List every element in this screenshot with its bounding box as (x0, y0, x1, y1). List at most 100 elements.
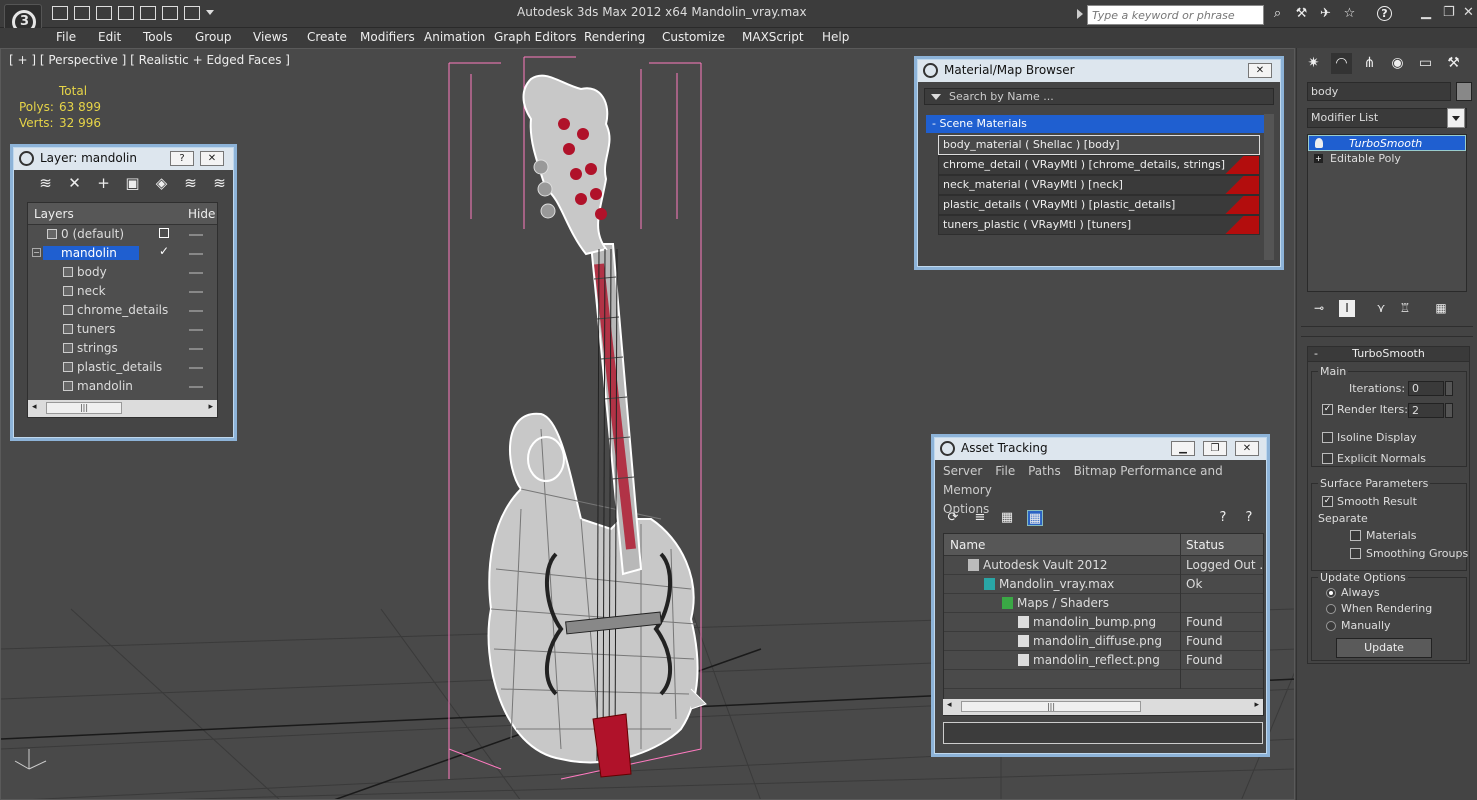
hide-toggle[interactable] (189, 367, 203, 369)
object-color-swatch[interactable] (1456, 82, 1472, 101)
asset-menu-paths[interactable]: Paths (1028, 464, 1061, 478)
subscription-icon[interactable]: ⚒ (1294, 6, 1309, 21)
configure-modifier-sets-icon[interactable]: ▦ (1433, 300, 1449, 317)
refresh-icon[interactable]: ⟳ (945, 510, 961, 526)
update-when-rendering-radio[interactable] (1326, 604, 1336, 614)
expand-icon[interactable]: + (1314, 154, 1323, 163)
layer-object-row[interactable]: chrome_details (28, 301, 217, 320)
search-expand-icon[interactable] (1077, 9, 1083, 19)
layer-object-row[interactable]: plastic_details (28, 358, 217, 377)
asset-row[interactable]: Mandolin_vray.max Ok (944, 575, 1263, 594)
asset-row[interactable]: Autodesk Vault 2012 Logged Out ... (944, 556, 1263, 575)
separate-materials-checkbox[interactable] (1350, 530, 1361, 541)
material-item[interactable]: chrome_detail ( VRayMtl ) [chrome_detail… (938, 155, 1260, 175)
project-folder-icon[interactable] (184, 6, 200, 20)
render-iters-spinner[interactable]: 2 (1408, 403, 1444, 418)
asset-minimize-button[interactable]: ▁ (1171, 441, 1195, 456)
update-button[interactable]: Update (1336, 638, 1432, 658)
lightbulb-icon[interactable] (1315, 138, 1323, 148)
redo-icon[interactable] (162, 6, 178, 20)
help-icon[interactable]: ? (1377, 6, 1392, 21)
render-iters-spinner-arrows[interactable] (1445, 403, 1453, 418)
checkmark-icon[interactable]: ✓ (159, 244, 169, 258)
asset-menu-server[interactable]: Server (943, 464, 982, 478)
asset-menu-file[interactable]: File (995, 464, 1015, 478)
layer-close-button[interactable]: ✕ (200, 151, 224, 166)
menu-group[interactable]: Group (195, 30, 232, 44)
vertical-scrollbar[interactable] (1264, 114, 1274, 260)
new-scene-icon[interactable] (96, 6, 112, 20)
context-help-icon[interactable]: ? (1241, 510, 1257, 526)
separate-smoothing-groups-checkbox[interactable] (1350, 548, 1361, 559)
create-tab-icon[interactable]: ✷ (1303, 53, 1324, 74)
customize-toolbar-icon[interactable] (206, 10, 214, 15)
menu-modifiers[interactable]: Modifiers (360, 30, 415, 44)
layer-object-row[interactable]: body (28, 263, 217, 282)
menu-tools[interactable]: Tools (143, 30, 173, 44)
vault-help-icon[interactable]: ? (1215, 510, 1231, 526)
hide-column-header[interactable]: Hide (188, 207, 215, 221)
menu-graph-editors[interactable]: Graph Editors (494, 30, 576, 44)
layer-help-button[interactable]: ? (170, 151, 194, 166)
stack-item-editable-poly[interactable]: + Editable Poly (1308, 151, 1466, 167)
material-item[interactable]: tuners_plastic ( VRayMtl ) [tuners] (938, 215, 1260, 235)
asset-row[interactable]: Maps / Shaders (944, 594, 1263, 613)
object-name-field[interactable]: body (1307, 82, 1451, 101)
layer-row[interactable]: 0 (default) (28, 225, 217, 244)
list-view-icon[interactable]: ≡ (972, 510, 988, 526)
asset-maximize-button[interactable]: ❐ (1203, 441, 1227, 456)
utilities-tab-icon[interactable]: ⚒ (1443, 53, 1464, 74)
material-item[interactable]: neck_material ( VRayMtl ) [neck] (938, 175, 1260, 195)
select-objects-icon[interactable]: ▣ (123, 175, 142, 192)
asset-close-button[interactable]: ✕ (1235, 441, 1259, 456)
thumbnail-view-icon[interactable]: ▦ (999, 510, 1015, 526)
new-layer-icon[interactable]: ≋ (36, 175, 55, 192)
layer-panel-titlebar[interactable]: Layer: mandolin ? ✕ (14, 148, 233, 170)
open-file-icon[interactable] (52, 6, 68, 20)
undo-icon[interactable] (140, 6, 156, 20)
communication-center-icon[interactable]: ✈ (1318, 6, 1333, 21)
add-to-layer-icon[interactable]: + (94, 175, 113, 192)
asset-row[interactable]: mandolin_bump.png Found (944, 613, 1263, 632)
hide-toggle[interactable] (189, 310, 203, 312)
isoline-display-checkbox[interactable] (1322, 432, 1333, 443)
modifier-list-dropdown[interactable]: Modifier List (1307, 108, 1467, 128)
iterations-spinner[interactable]: 0 (1408, 381, 1444, 396)
update-manually-radio[interactable] (1326, 621, 1336, 631)
binoculars-icon[interactable]: ⌕ (1270, 6, 1285, 21)
stack-item-turbosmooth[interactable]: TurboSmooth (1308, 135, 1466, 151)
menu-views[interactable]: Views (253, 30, 288, 44)
render-iters-checkbox[interactable]: ✓ (1322, 404, 1333, 415)
scroll-right-icon[interactable]: ▸ (208, 402, 213, 412)
freeze-all-icon[interactable]: ≋ (210, 175, 229, 192)
hold-icon[interactable] (118, 6, 134, 20)
menu-customize[interactable]: Customize (662, 30, 725, 44)
display-tab-icon[interactable]: ▭ (1415, 53, 1436, 74)
hide-toggle[interactable] (189, 234, 203, 236)
material-item[interactable]: plastic_details ( VRayMtl ) [plastic_det… (938, 195, 1260, 215)
current-layer-icon[interactable] (159, 228, 169, 238)
hide-toggle[interactable] (189, 272, 203, 274)
delete-layer-icon[interactable]: ✕ (65, 175, 84, 192)
explicit-normals-checkbox[interactable] (1322, 453, 1333, 464)
hide-toggle[interactable] (189, 291, 203, 293)
motion-tab-icon[interactable]: ◉ (1387, 53, 1408, 74)
save-icon[interactable] (74, 6, 90, 20)
asset-row[interactable]: mandolin_diffuse.png Found (944, 632, 1263, 651)
menu-help[interactable]: Help (822, 30, 849, 44)
smooth-result-checkbox[interactable]: ✓ (1322, 496, 1333, 507)
material-item[interactable]: body_material ( Shellac ) [body] (938, 135, 1260, 155)
menu-rendering[interactable]: Rendering (584, 30, 645, 44)
asset-menu-bitmap-performance[interactable]: Bitmap Performance and Memory (943, 464, 1223, 497)
material-search-input[interactable]: Search by Name ... (924, 88, 1274, 105)
hierarchy-tab-icon[interactable]: ⋔ (1359, 53, 1380, 74)
collapse-icon[interactable]: − (32, 248, 41, 257)
highlight-layer-icon[interactable]: ◈ (152, 175, 171, 192)
menu-create[interactable]: Create (307, 30, 347, 44)
scene-materials-group[interactable]: - Scene Materials (926, 115, 1266, 133)
hide-toggle[interactable] (189, 386, 203, 388)
layer-object-row[interactable]: strings (28, 339, 217, 358)
scroll-right-icon[interactable]: ▸ (1254, 700, 1259, 710)
menu-maxscript[interactable]: MAXScript (742, 30, 804, 44)
horizontal-scrollbar[interactable]: ◂ ||| ▸ (943, 699, 1263, 715)
